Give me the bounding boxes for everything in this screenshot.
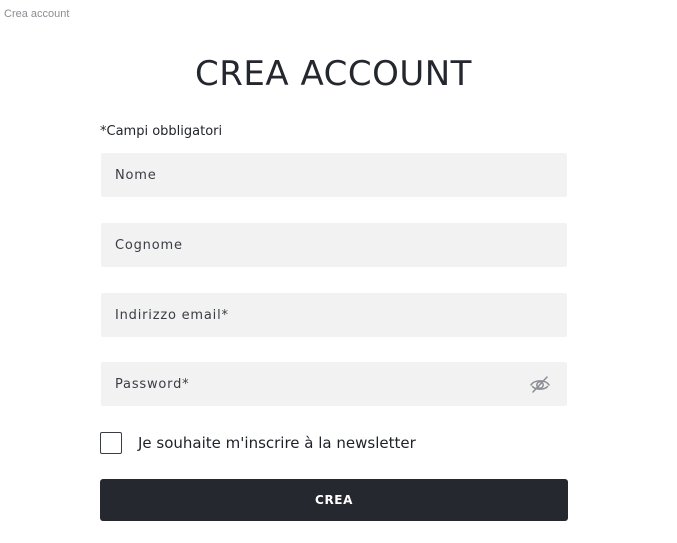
password-input[interactable] bbox=[101, 362, 567, 406]
password-field-container bbox=[101, 362, 567, 406]
eye-slash-icon[interactable] bbox=[529, 374, 551, 394]
newsletter-label: Je souhaite m'inscrire à la newsletter bbox=[138, 434, 416, 452]
tab-caption: Crea account bbox=[4, 8, 70, 20]
newsletter-option[interactable]: Je souhaite m'inscrire à la newsletter bbox=[100, 431, 416, 455]
create-account-button[interactable]: CREA bbox=[100, 479, 568, 521]
email-field-container bbox=[101, 293, 567, 337]
required-fields-note: *Campi obbligatori bbox=[100, 124, 223, 139]
first-name-input[interactable] bbox=[101, 153, 567, 197]
last-name-field-container bbox=[101, 223, 567, 267]
first-name-field-container bbox=[101, 153, 567, 197]
page-title: CREA ACCOUNT bbox=[195, 54, 472, 94]
newsletter-checkbox[interactable] bbox=[100, 432, 122, 454]
email-input[interactable] bbox=[101, 293, 567, 337]
last-name-input[interactable] bbox=[101, 223, 567, 267]
